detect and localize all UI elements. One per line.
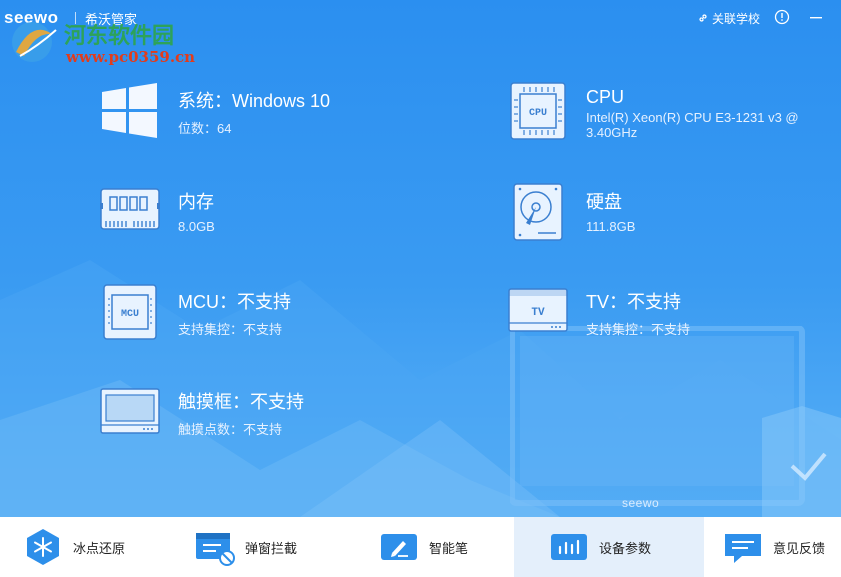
snowflake-icon [27, 529, 59, 565]
system-subtitle: 位数：64 [178, 121, 232, 136]
associate-school-label: 关联学校 [712, 11, 761, 26]
background-monitor-icon [510, 326, 841, 517]
tab-popup-block[interactable]: 弹窗拦截 [194, 517, 354, 577]
tab-device-params-label: 设备参数 [599, 540, 652, 556]
tab-device-params[interactable]: 设备参数 [514, 517, 704, 577]
smart-pen-icon [381, 534, 417, 560]
cpu-subtitle: Intel(R) Xeon(R) CPU E3-1231 v3 @ 3.40GH… [586, 110, 799, 140]
bottom-tab-bar: 冰点还原 弹窗拦截 智能笔 设备参数 意见反馈 [0, 517, 841, 577]
tab-smart-pen-label: 智能笔 [429, 540, 469, 556]
popup-block-icon [196, 533, 235, 566]
svg-text:MCU: MCU [121, 309, 139, 320]
tab-feedback[interactable]: 意见反馈 [722, 517, 841, 577]
touch-title: 触摸框：不支持 [178, 392, 304, 412]
mcu-subtitle: 支持集控：不支持 [178, 322, 283, 337]
watermark-logo [12, 22, 57, 62]
watermark-url: www.pc0359.cn [66, 48, 196, 66]
tab-freeze-restore-label: 冰点还原 [73, 540, 126, 556]
windows-icon [102, 83, 157, 138]
memory-subtitle: 8.0GB [178, 219, 215, 234]
memory-title: 内存 [178, 192, 214, 212]
cpu-icon: CPU [510, 82, 566, 140]
watermark-site-name: 河东软件园 [64, 23, 175, 49]
tab-smart-pen[interactable]: 智能笔 [378, 517, 518, 577]
disk-title: 硬盘 [586, 192, 622, 212]
background-device-label: seewo [622, 496, 660, 510]
minimize-icon[interactable] [808, 9, 824, 25]
link-icon [699, 14, 707, 22]
disk-subtitle: 111.8GB [586, 219, 636, 234]
tv-icon: TV [508, 288, 568, 332]
info-icon[interactable] [774, 9, 790, 25]
system-title: 系统：Windows 10 [178, 91, 331, 111]
touch-subtitle: 触摸点数：不支持 [178, 422, 283, 437]
device-params-icon [551, 534, 587, 560]
tab-freeze-restore[interactable]: 冰点还原 [22, 517, 182, 577]
device-info-panel: seewo seewo 希沃管家 关联学校 河东软件园 www.pc0359.c… [0, 0, 841, 517]
memory-icon [100, 188, 160, 230]
tv-subtitle: 支持集控：不支持 [586, 322, 691, 337]
tab-popup-block-label: 弹窗拦截 [245, 540, 298, 556]
mcu-icon: MCU [103, 284, 157, 340]
tv-title: TV：不支持 [586, 292, 682, 312]
associate-school-link[interactable]: 关联学校 [697, 10, 760, 26]
hard-disk-icon [513, 183, 563, 241]
svg-text:TV: TV [531, 307, 545, 319]
feedback-icon [725, 534, 761, 563]
cpu-title: CPU [586, 87, 625, 107]
touch-frame-icon [100, 388, 160, 434]
tab-feedback-label: 意见反馈 [773, 540, 826, 556]
mcu-title: MCU：不支持 [178, 292, 291, 312]
svg-text:CPU: CPU [529, 108, 547, 119]
